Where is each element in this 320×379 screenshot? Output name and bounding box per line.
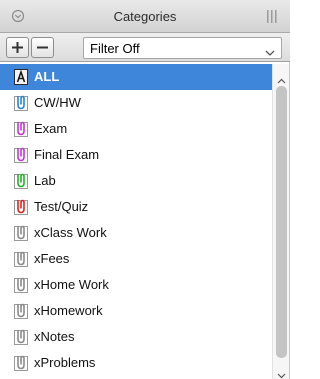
panel-titlebar: Categories (0, 0, 290, 33)
clip-icon (14, 329, 28, 345)
scroll-down-icon[interactable] (277, 367, 286, 379)
filter-select[interactable]: Filter Off (83, 37, 282, 59)
category-item[interactable]: CW/HW (0, 90, 272, 116)
clip-icon (14, 355, 28, 371)
scroll-thumb[interactable] (276, 86, 287, 358)
category-label: CW/HW (34, 95, 81, 110)
resize-grip-icon[interactable] (266, 10, 278, 23)
chevron-down-icon (265, 45, 275, 56)
category-item[interactable]: xClass Work (0, 220, 272, 246)
scroll-up-icon[interactable] (277, 72, 286, 84)
clip-icon (14, 121, 28, 137)
vertical-scrollbar[interactable] (272, 64, 289, 379)
category-label: Exam (34, 121, 68, 136)
category-label: xHomework (34, 303, 103, 318)
category-toolbar: Filter Off (0, 33, 290, 62)
category-item[interactable]: Test/Quiz (0, 194, 272, 220)
category-label: ALL (34, 69, 60, 84)
category-label: Final Exam (34, 147, 100, 162)
category-label: Lab (34, 173, 56, 188)
category-label: Test/Quiz (34, 199, 89, 214)
category-list: ALL CW/HW Exam Final Exam Lab Test/Quiz xClass… (0, 64, 272, 379)
clip-icon (14, 173, 28, 189)
category-label: xProblems (34, 355, 96, 370)
category-item[interactable]: Lab (0, 168, 272, 194)
clip-icon (14, 147, 28, 163)
add-category-button[interactable] (6, 37, 29, 58)
panel-title: Categories (113, 9, 177, 24)
clip-icon (14, 251, 28, 267)
all-category-icon (14, 69, 28, 85)
category-item[interactable]: Final Exam (0, 142, 272, 168)
clip-icon (14, 225, 28, 241)
clip-icon (14, 95, 28, 111)
clip-icon (14, 199, 28, 215)
category-item[interactable]: xHomework (0, 298, 272, 324)
clip-icon (14, 303, 28, 319)
category-item[interactable]: xProblems (0, 350, 272, 376)
category-label: xNotes (34, 329, 75, 344)
category-label: xFees (34, 251, 70, 266)
plus-icon (12, 42, 23, 53)
categories-panel: Categories Filter Off ALL CW/HW Exam Fin… (0, 0, 290, 379)
remove-category-button[interactable] (31, 37, 54, 58)
clip-icon (14, 277, 28, 293)
category-item[interactable]: xNotes (0, 324, 272, 350)
category-item[interactable]: Exam (0, 116, 272, 142)
category-label: xClass Work (34, 225, 107, 240)
category-item[interactable]: xFees (0, 246, 272, 272)
category-item[interactable]: ALL (0, 64, 272, 90)
category-label: xHome Work (34, 277, 109, 292)
filter-value: Filter Off (90, 41, 140, 56)
category-item[interactable]: xHome Work (0, 272, 272, 298)
minus-icon (37, 46, 48, 49)
